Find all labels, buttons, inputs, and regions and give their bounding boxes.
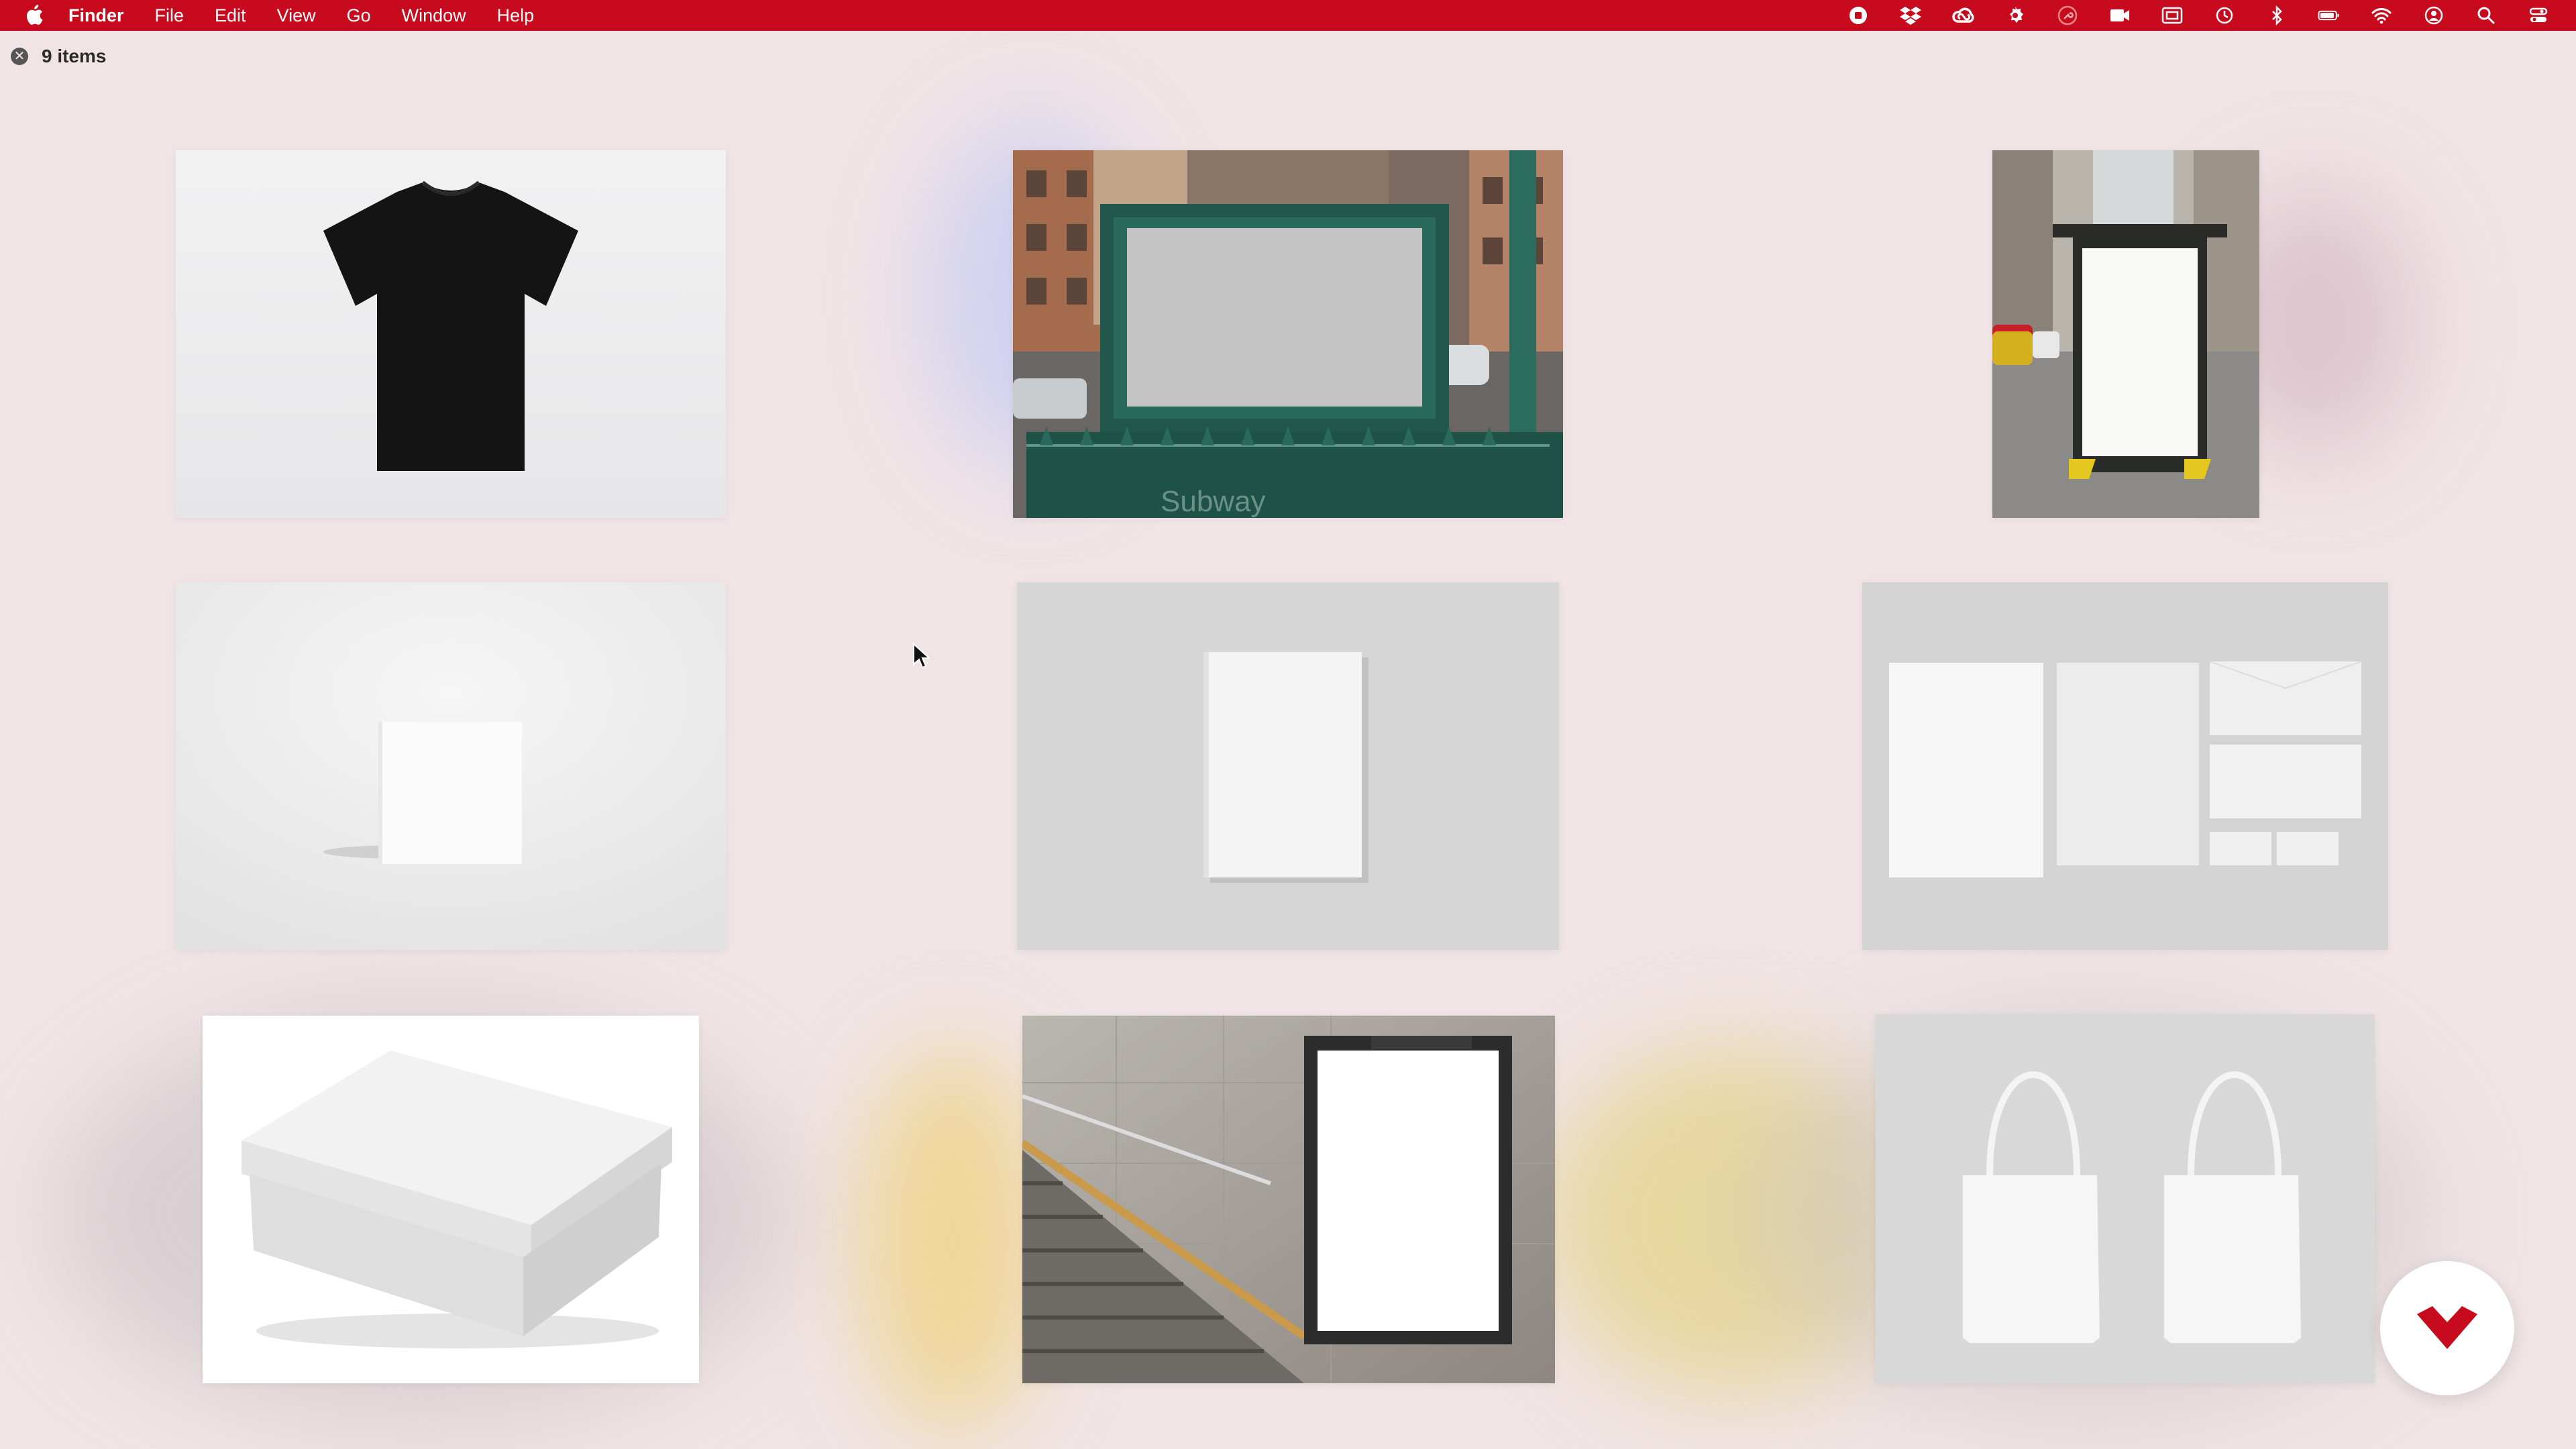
book-grey-image (1017, 582, 1559, 950)
menu-bar: Finder File Edit View Go Window Help (0, 0, 2576, 31)
mouse-cursor-icon (913, 643, 930, 669)
book-white-image (176, 582, 726, 950)
wifi-icon[interactable] (2367, 0, 2396, 31)
subway-billboard-image: Subway (1013, 150, 1563, 518)
gear-badge-icon[interactable] (2000, 0, 2030, 31)
tote-bags-image (1876, 1014, 2375, 1383)
bus-stop-poster-image (1992, 150, 2259, 518)
items-count-header: ✕ 9 items (11, 46, 107, 67)
svg-text:Subway: Subway (1161, 485, 1266, 518)
menu-go[interactable]: Go (347, 5, 371, 26)
thumbnail-bus-stop-poster[interactable] (1992, 150, 2259, 518)
user-icon[interactable] (2419, 0, 2449, 31)
apple-menu-icon[interactable] (25, 5, 46, 26)
thumbnail-stairway-poster[interactable] (1022, 1016, 1555, 1383)
dropbox-icon[interactable] (1896, 0, 1925, 31)
backdrop-blob (859, 1046, 1046, 1436)
brand-logo-icon (2417, 1306, 2477, 1349)
thumbnail-shoe-box[interactable] (203, 1016, 699, 1383)
menu-finder[interactable]: Finder (68, 5, 124, 26)
status-menu-area (1843, 0, 2576, 31)
menu-view[interactable]: View (277, 5, 316, 26)
creative-cloud-icon[interactable] (1948, 0, 1978, 31)
thumbnail-subway-billboard[interactable]: Subway (1013, 150, 1563, 518)
bluetooth-icon[interactable] (2262, 0, 2292, 31)
thumbnail-tote-bags[interactable] (1876, 1014, 2375, 1383)
battery-icon[interactable] (2314, 0, 2344, 31)
spotlight-icon[interactable] (2471, 0, 2501, 31)
tshirt-image (176, 150, 726, 518)
menu-window[interactable]: Window (402, 5, 466, 26)
screen-icon[interactable] (2157, 0, 2187, 31)
menu-file[interactable]: File (155, 5, 184, 26)
time-machine-icon[interactable] (2210, 0, 2239, 31)
stairway-poster-image (1022, 1016, 1555, 1383)
brand-badge[interactable] (2380, 1261, 2514, 1395)
backdrop-blob (1543, 1046, 1919, 1395)
control-center-icon[interactable] (2524, 0, 2553, 31)
menu-help[interactable]: Help (497, 5, 535, 26)
record-icon[interactable] (1843, 0, 1873, 31)
thumbnail-stationery[interactable] (1862, 582, 2388, 950)
close-icon[interactable]: ✕ (11, 48, 28, 65)
items-count-label: 9 items (42, 46, 107, 66)
stationery-image (1862, 582, 2388, 950)
key-icon[interactable] (2053, 0, 2082, 31)
thumbnail-book-white[interactable] (176, 582, 726, 950)
shoe-box-image (203, 1016, 699, 1383)
camera-icon[interactable] (2105, 0, 2135, 31)
thumbnail-book-grey[interactable] (1017, 582, 1559, 950)
menu-edit[interactable]: Edit (215, 5, 246, 26)
thumbnail-black-tshirt[interactable] (176, 150, 726, 518)
